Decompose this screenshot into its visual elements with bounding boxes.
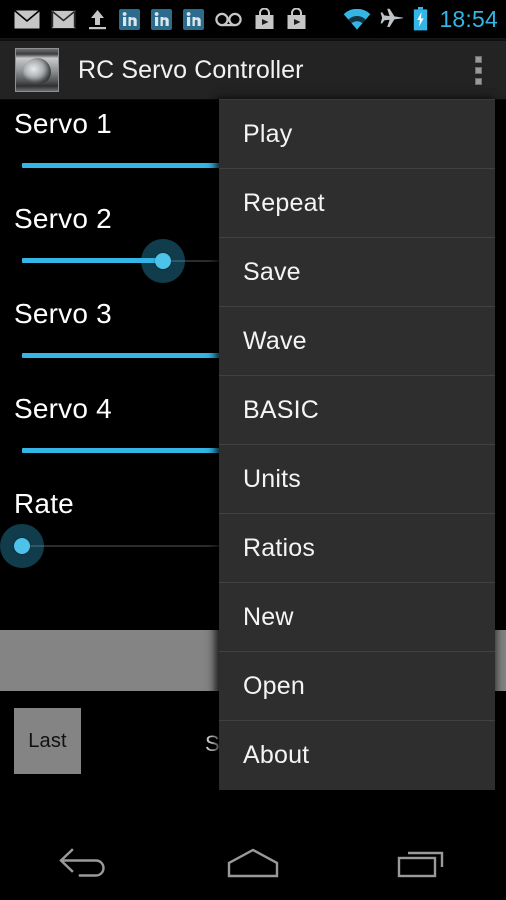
airplane-mode-icon: [381, 8, 404, 28]
voicemail-icon: [215, 12, 242, 26]
menu-item-open[interactable]: Open: [219, 652, 495, 721]
overflow-menu: Play Repeat Save Wave BASIC Units Ratios…: [219, 99, 495, 790]
overflow-menu-icon[interactable]: [450, 41, 506, 100]
gmail-icon: [51, 9, 76, 29]
upload-icon: [89, 9, 106, 29]
back-icon: [59, 847, 105, 877]
action-bar: RC Servo Controller: [0, 41, 506, 100]
nav-back-button[interactable]: [29, 823, 139, 900]
recents-icon: [397, 851, 443, 877]
status-bar: 18:54: [0, 0, 506, 38]
linkedin-icon-2: [151, 8, 172, 30]
menu-item-repeat[interactable]: Repeat: [219, 169, 495, 238]
status-system-icons: 18:54: [343, 0, 498, 38]
menu-item-ratios[interactable]: Ratios: [219, 514, 495, 583]
overflow-dot-1: [474, 56, 482, 63]
phone-screen: 18:54 RC Servo Controller Servo 1 Servo …: [0, 0, 506, 900]
status-clock: 18:54: [439, 5, 498, 32]
menu-item-basic[interactable]: BASIC: [219, 376, 495, 445]
nav-recents-button[interactable]: [367, 823, 477, 900]
wifi-icon: [344, 8, 371, 29]
menu-item-new[interactable]: New: [219, 583, 495, 652]
menu-item-save[interactable]: Save: [219, 238, 495, 307]
linkedin-icon-3: [183, 8, 204, 30]
status-notification-icons: [0, 8, 307, 30]
email-icon: [14, 9, 40, 28]
partial-button-label: S: [205, 731, 220, 756]
menu-item-play[interactable]: Play: [219, 100, 495, 169]
slider-thumb-servo-2[interactable]: [141, 239, 185, 283]
slider-thumb-rate[interactable]: [0, 524, 44, 568]
menu-item-units[interactable]: Units: [219, 445, 495, 514]
battery-charging-icon: [414, 7, 428, 31]
last-button[interactable]: Last: [14, 708, 81, 774]
play-store-icon-1: [255, 8, 274, 29]
menu-item-wave[interactable]: Wave: [219, 307, 495, 376]
linkedin-icon-1: [119, 8, 140, 30]
overflow-dot-2: [474, 67, 482, 74]
play-store-icon-2: [287, 8, 306, 29]
navigation-bar: [0, 823, 506, 900]
menu-item-about[interactable]: About: [219, 721, 495, 790]
overflow-dot-3: [474, 78, 482, 85]
app-logo-icon: [15, 48, 59, 92]
page-title: RC Servo Controller: [78, 55, 304, 84]
home-icon: [227, 848, 279, 877]
nav-home-button[interactable]: [198, 823, 308, 900]
